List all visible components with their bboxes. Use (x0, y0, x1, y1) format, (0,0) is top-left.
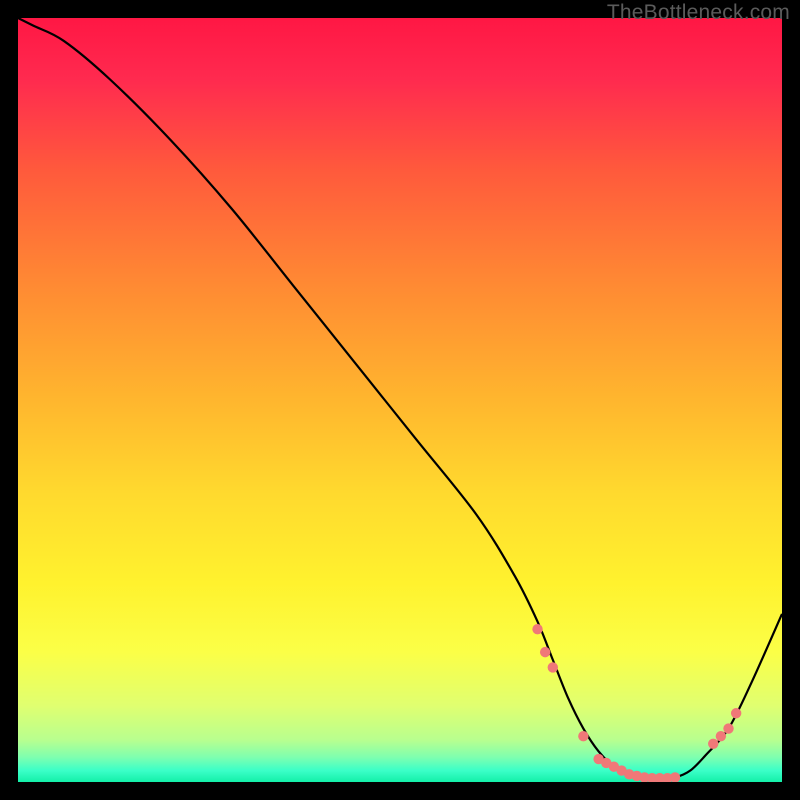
data-marker (540, 647, 550, 657)
data-markers (532, 624, 741, 782)
data-marker (716, 731, 726, 741)
data-marker (670, 772, 680, 782)
data-marker (708, 739, 718, 749)
data-marker (548, 662, 558, 672)
chart-container: TheBottleneck.com (0, 0, 800, 800)
attribution-text: TheBottleneck.com (607, 1, 790, 25)
data-marker (731, 708, 741, 718)
data-marker (532, 624, 542, 634)
data-marker (723, 723, 733, 733)
data-marker (578, 731, 588, 741)
curve-layer (18, 18, 782, 782)
plot-area (18, 18, 782, 782)
bottleneck-curve (18, 18, 782, 778)
